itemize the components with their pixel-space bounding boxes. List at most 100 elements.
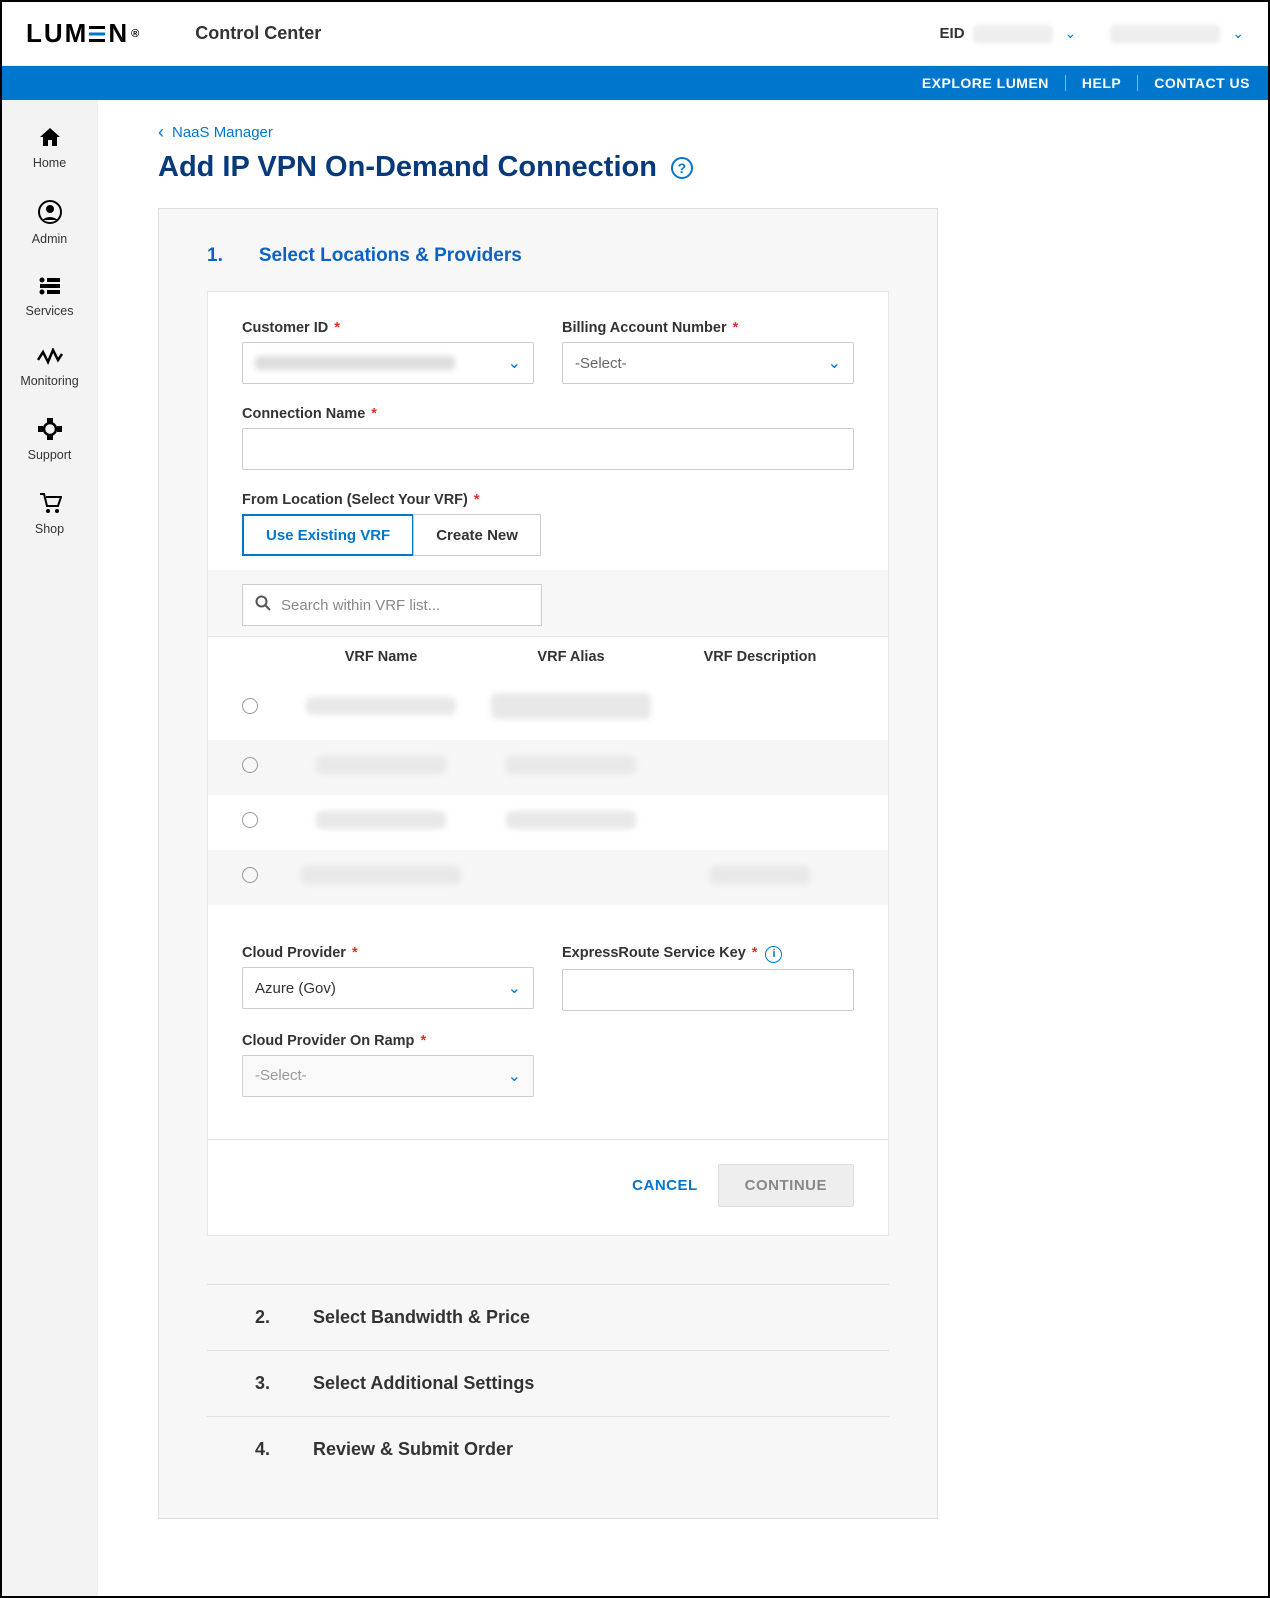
chevron-down-icon[interactable]: ⌄ xyxy=(1232,25,1244,42)
redacted-cell xyxy=(316,756,446,774)
info-icon[interactable]: i xyxy=(765,946,782,963)
sidebar-item-monitoring[interactable]: Monitoring xyxy=(2,336,97,406)
vrf-row[interactable] xyxy=(208,850,888,905)
form-actions: CANCEL CONTINUE xyxy=(207,1140,889,1236)
vrf-row[interactable] xyxy=(208,677,888,740)
required-icon: * xyxy=(348,945,358,961)
sidebar-item-label: Admin xyxy=(32,232,67,246)
create-new-vrf-button[interactable]: Create New xyxy=(413,514,541,556)
sidebar-item-label: Monitoring xyxy=(20,374,78,388)
chevron-down-icon[interactable]: ⌄ xyxy=(1065,25,1077,42)
vrf-table-header: VRF Name VRF Alias VRF Description xyxy=(208,637,888,677)
continue-button[interactable]: CONTINUE xyxy=(718,1164,854,1207)
cart-icon xyxy=(38,492,62,518)
redacted-cell xyxy=(491,693,651,719)
redacted-cell xyxy=(316,811,446,829)
label-text: Customer ID xyxy=(242,320,328,336)
cancel-button[interactable]: CANCEL xyxy=(632,1164,698,1207)
required-icon: * xyxy=(416,1033,426,1049)
redacted-cell xyxy=(506,811,636,829)
user-icon xyxy=(38,200,62,228)
vrf-row[interactable] xyxy=(208,795,888,850)
services-icon xyxy=(38,276,62,300)
chevron-down-icon: ⌄ xyxy=(508,978,521,998)
step-row[interactable]: 2. Select Bandwidth & Price xyxy=(207,1285,889,1351)
lumen-logo: LUM N ® xyxy=(26,18,141,49)
radio-icon[interactable] xyxy=(242,812,258,828)
explore-lumen-link[interactable]: EXPLORE LUMEN xyxy=(906,75,1066,91)
connection-name-label: Connection Name * xyxy=(242,406,854,422)
cloud-provider-select[interactable]: Azure (Gov) ⌄ xyxy=(242,967,534,1009)
registered-icon: ® xyxy=(131,28,141,40)
express-key-input[interactable] xyxy=(562,969,854,1011)
customer-id-select[interactable]: ⌄ xyxy=(242,342,534,384)
search-icon xyxy=(255,595,271,616)
step-title: Select Bandwidth & Price xyxy=(313,1307,530,1328)
redacted-cell xyxy=(506,756,636,774)
connection-name-input[interactable] xyxy=(242,428,854,470)
step-number: 4. xyxy=(255,1439,277,1460)
step-number: 3. xyxy=(255,1373,277,1394)
radio-icon[interactable] xyxy=(242,698,258,714)
vrf-header-desc: VRF Description xyxy=(666,649,854,665)
vrf-row[interactable] xyxy=(208,740,888,795)
page-title-text: Add IP VPN On-Demand Connection xyxy=(158,151,657,184)
label-text: Cloud Provider On Ramp xyxy=(242,1033,414,1049)
help-icon[interactable]: ? xyxy=(671,157,693,179)
vrf-search-bar: Search within VRF list... xyxy=(208,570,888,636)
label-text: From Location (Select Your VRF) xyxy=(242,492,468,508)
home-icon xyxy=(38,126,62,152)
sidebar-item-services[interactable]: Services xyxy=(2,264,97,336)
radio-icon[interactable] xyxy=(242,757,258,773)
vrf-toggle-group: Use Existing VRF Create New xyxy=(242,514,854,556)
app-header: LUM N ® Control Center EID ⌄ ⌄ xyxy=(2,2,1268,66)
support-icon xyxy=(38,418,62,444)
step-title: Select Additional Settings xyxy=(313,1373,534,1394)
chevron-down-icon: ⌄ xyxy=(508,1066,521,1086)
vrf-search-input[interactable]: Search within VRF list... xyxy=(242,584,542,626)
onramp-select[interactable]: -Select- ⌄ xyxy=(242,1055,534,1097)
help-link[interactable]: HELP xyxy=(1066,75,1138,91)
sidebar-item-support[interactable]: Support xyxy=(2,406,97,480)
vrf-header-alias: VRF Alias xyxy=(476,649,666,665)
billing-account-select[interactable]: -Select- ⌄ xyxy=(562,342,854,384)
user-value-redacted xyxy=(1110,25,1220,43)
contact-us-link[interactable]: CONTACT US xyxy=(1138,75,1250,91)
sidebar-item-label: Services xyxy=(26,304,74,318)
eid-label: EID xyxy=(940,25,965,42)
use-existing-vrf-button[interactable]: Use Existing VRF xyxy=(242,514,414,556)
vrf-header-name: VRF Name xyxy=(286,649,476,665)
required-icon: * xyxy=(470,492,480,508)
customer-id-value-redacted xyxy=(255,356,455,370)
breadcrumb[interactable]: ‹ NaaS Manager xyxy=(158,122,1268,143)
step-title: Select Locations & Providers xyxy=(259,245,522,267)
customer-id-label: Customer ID * xyxy=(242,320,534,336)
onramp-placeholder: -Select- xyxy=(255,1067,307,1084)
label-text: Cloud Provider xyxy=(242,945,346,961)
sidebar-item-label: Shop xyxy=(35,522,64,536)
express-key-label: ExpressRoute Service Key * i xyxy=(562,945,854,963)
vrf-search-placeholder: Search within VRF list... xyxy=(281,597,440,614)
logo-e-icon xyxy=(89,23,107,45)
wizard-card: 1. Select Locations & Providers Customer… xyxy=(158,208,938,1519)
radio-icon[interactable] xyxy=(242,867,258,883)
sidebar-item-shop[interactable]: Shop xyxy=(2,480,97,554)
label-text: Connection Name xyxy=(242,406,365,422)
required-icon: * xyxy=(748,945,758,961)
logo-text-2: N xyxy=(108,18,129,49)
step-number: 2. xyxy=(255,1307,277,1328)
label-text: Billing Account Number xyxy=(562,320,727,336)
sidebar-item-label: Home xyxy=(33,156,66,170)
required-icon: * xyxy=(729,320,739,336)
cloud-provider-value: Azure (Gov) xyxy=(255,980,336,997)
label-text: ExpressRoute Service Key xyxy=(562,945,746,961)
step-row[interactable]: 3. Select Additional Settings xyxy=(207,1351,889,1417)
step-row[interactable]: 4. Review & Submit Order xyxy=(207,1417,889,1482)
required-icon: * xyxy=(330,320,340,336)
sidebar-item-home[interactable]: Home xyxy=(2,114,97,188)
billing-account-label: Billing Account Number * xyxy=(562,320,854,336)
sidebar: Home Admin Services Monitoring xyxy=(2,100,98,1596)
chevron-left-icon: ‹ xyxy=(158,122,164,143)
step-title: Review & Submit Order xyxy=(313,1439,513,1460)
sidebar-item-admin[interactable]: Admin xyxy=(2,188,97,264)
